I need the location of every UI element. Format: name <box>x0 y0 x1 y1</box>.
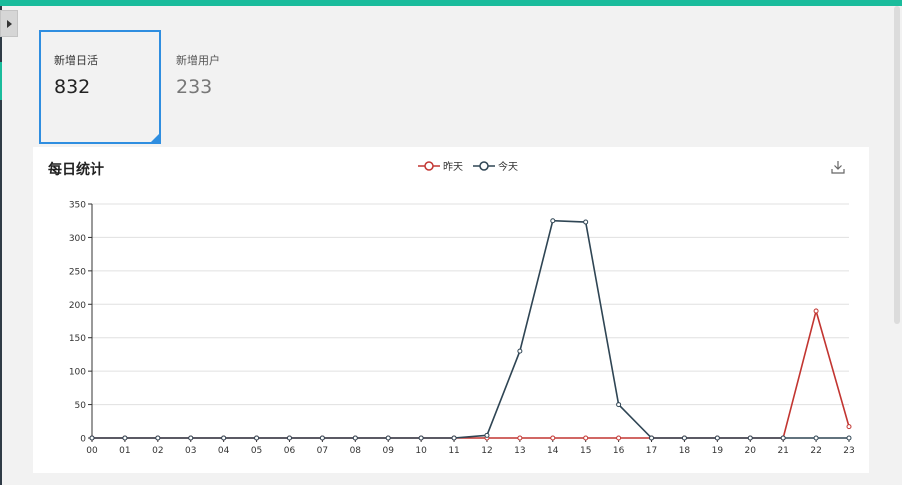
x-tick-label: 17 <box>646 446 657 456</box>
data-point <box>254 435 260 441</box>
x-tick-label: 09 <box>382 446 394 456</box>
y-tick-label: 300 <box>69 234 86 244</box>
y-tick-label: 50 <box>75 401 87 411</box>
data-point <box>550 218 556 224</box>
x-tick-label: 00 <box>86 446 98 456</box>
data-point <box>550 435 556 441</box>
line-chart: 0 50 100 150 200 250 300 350 00 01 02 03 04 05 06 07 08 0… <box>69 201 855 457</box>
y-tick-label: 100 <box>69 368 86 378</box>
x-tick-label: 06 <box>284 446 296 456</box>
data-point <box>813 435 819 441</box>
data-point <box>747 435 753 441</box>
data-point <box>616 435 622 441</box>
data-point <box>714 435 720 441</box>
data-point <box>286 435 292 441</box>
x-tick-label: 23 <box>843 446 854 456</box>
y-tick-label: 350 <box>69 201 86 211</box>
series-line-1 <box>92 219 849 439</box>
x-tick-label: 14 <box>547 446 559 456</box>
data-point <box>517 348 523 354</box>
data-point <box>385 435 391 441</box>
x-tick-label: 12 <box>481 446 492 456</box>
x-tick-label: 15 <box>580 446 591 456</box>
y-tick-label: 150 <box>69 334 86 344</box>
data-point <box>517 435 523 441</box>
data-point <box>484 432 490 438</box>
data-point <box>418 435 424 441</box>
data-point <box>583 435 589 441</box>
x-tick-label: 20 <box>745 446 757 456</box>
x-tick-label: 01 <box>119 446 130 456</box>
x-tick-label: 08 <box>350 446 362 456</box>
data-point <box>451 435 457 441</box>
data-point <box>616 402 622 408</box>
data-point <box>188 435 194 441</box>
data-point <box>813 308 819 314</box>
x-tick-label: 19 <box>712 446 724 456</box>
data-point <box>352 435 358 441</box>
x-tick-label: 10 <box>415 446 427 456</box>
x-tick-label: 07 <box>317 446 328 456</box>
data-point <box>780 435 786 441</box>
data-point <box>122 435 128 441</box>
data-point <box>89 435 95 441</box>
x-tick-label: 04 <box>218 446 230 456</box>
data-point <box>846 435 852 441</box>
x-tick-label: 03 <box>185 446 196 456</box>
x-tick-label: 05 <box>251 446 262 456</box>
data-point <box>319 435 325 441</box>
x-tick-label: 16 <box>613 446 625 456</box>
data-point <box>221 435 227 441</box>
data-point <box>846 424 852 430</box>
series-line-0 <box>92 307 850 439</box>
data-point <box>649 435 655 441</box>
x-tick-label: 18 <box>679 446 691 456</box>
data-point <box>155 435 161 441</box>
y-tick-label: 0 <box>80 435 86 445</box>
y-tick-label: 250 <box>69 267 86 277</box>
x-tick-label: 22 <box>810 446 821 456</box>
x-tick-label: 13 <box>514 446 525 456</box>
x-tick-label: 21 <box>777 446 788 456</box>
y-tick-label: 200 <box>69 301 86 311</box>
data-point <box>583 219 589 225</box>
data-point <box>681 435 687 441</box>
x-tick-label: 11 <box>448 446 459 456</box>
x-tick-label: 02 <box>152 446 163 456</box>
